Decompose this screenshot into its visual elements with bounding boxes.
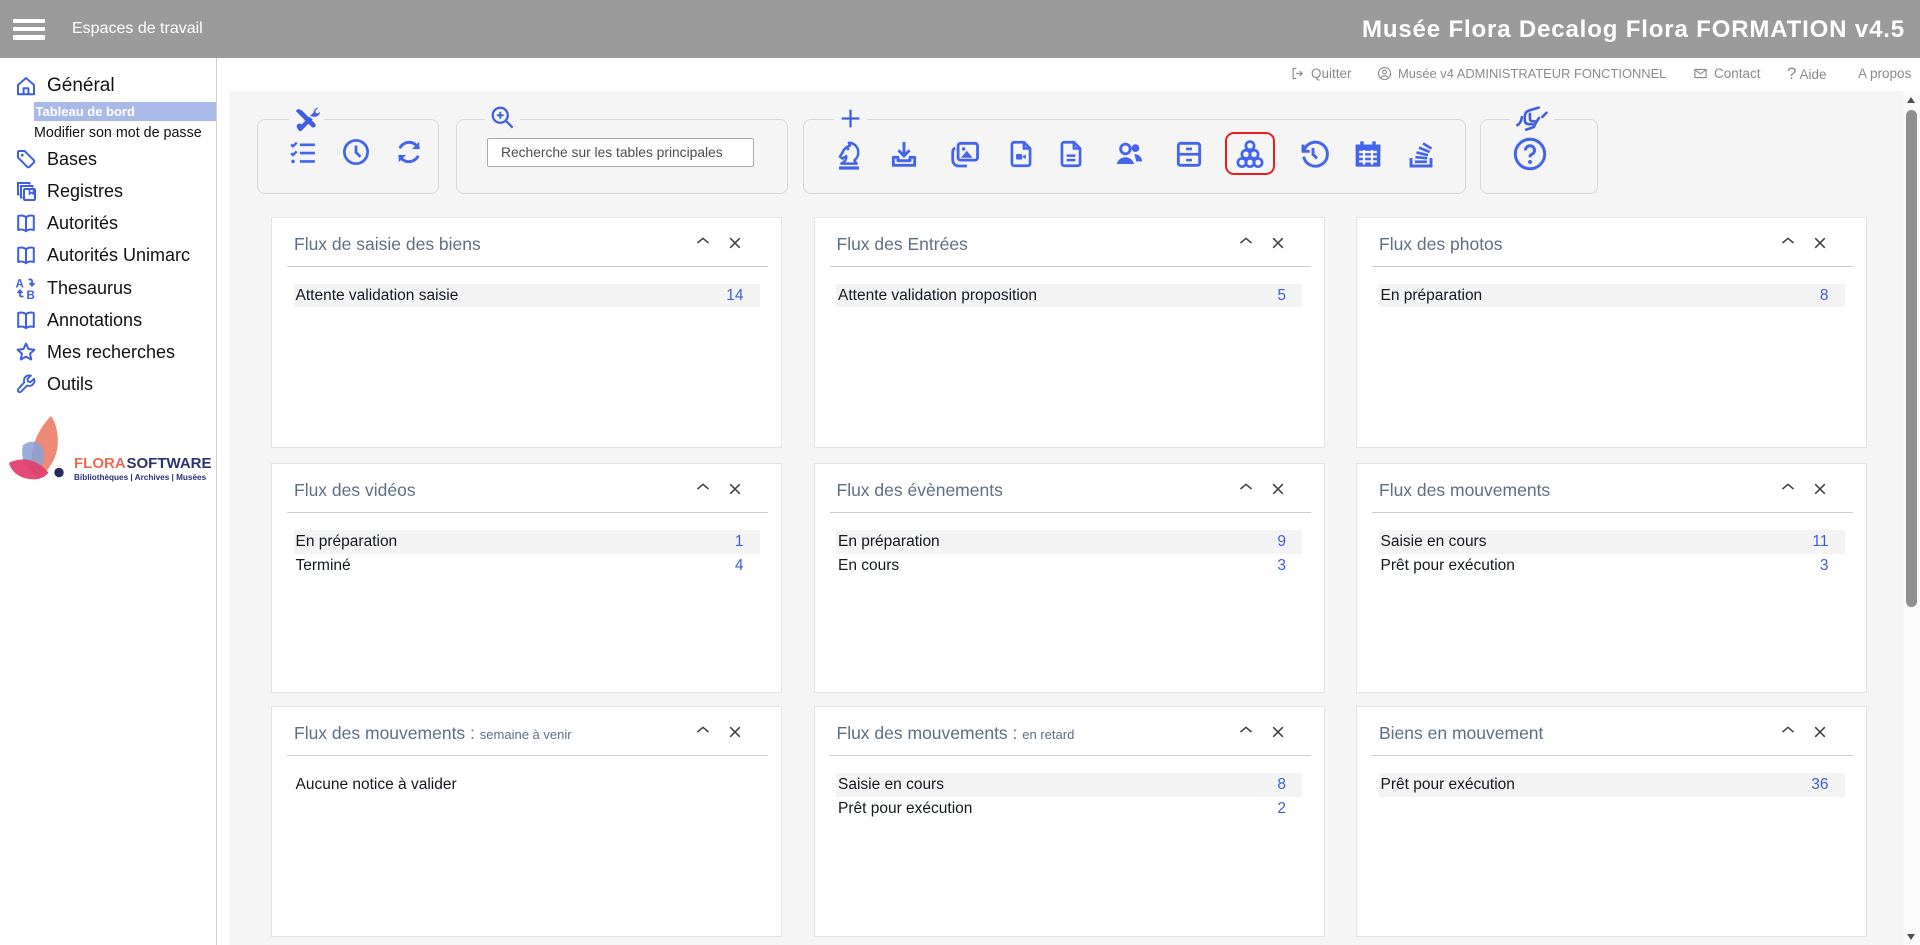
svg-text:FLORA: FLORA (74, 455, 126, 472)
svg-text:Bibliothèques | Archives | Mus: Bibliothèques | Archives | Musées (74, 473, 207, 482)
svg-text:SOFTWARE: SOFTWARE (127, 455, 212, 472)
